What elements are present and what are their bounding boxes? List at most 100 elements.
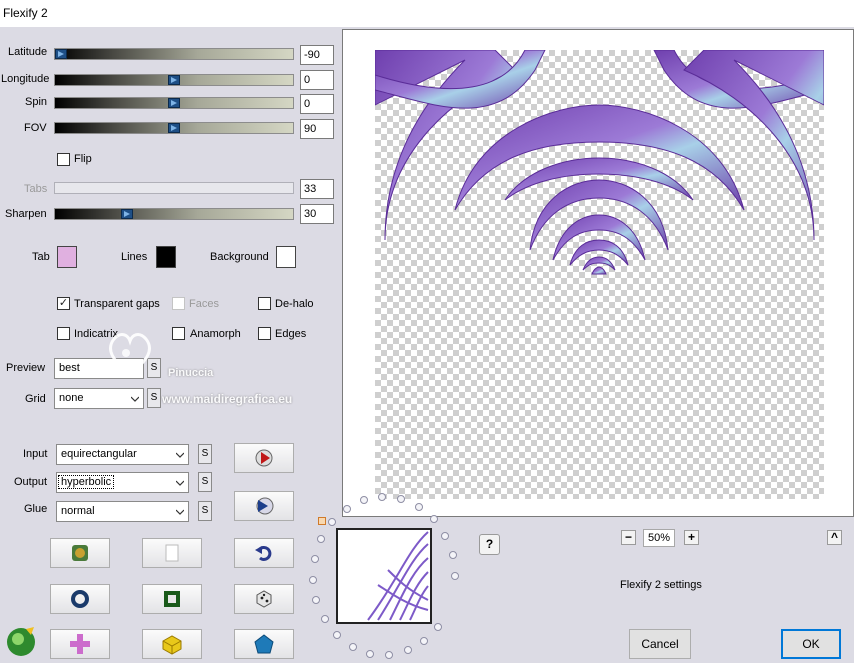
logo-icon bbox=[7, 627, 35, 656]
input-s-button[interactable]: S bbox=[198, 444, 212, 464]
ring-button[interactable] bbox=[50, 584, 110, 614]
background-color-swatch[interactable] bbox=[276, 246, 296, 268]
sharpen-slider-thumb[interactable] bbox=[121, 209, 133, 219]
zoom-out-button[interactable]: − bbox=[621, 530, 636, 545]
navigator-dial-dot[interactable] bbox=[342, 504, 351, 513]
ok-button[interactable]: OK bbox=[781, 629, 841, 659]
grid-s-button[interactable]: S bbox=[147, 388, 161, 408]
tabs-input[interactable]: 33 bbox=[300, 179, 334, 199]
frame-icon bbox=[164, 591, 180, 607]
frame-button[interactable] bbox=[142, 584, 202, 614]
render-icon bbox=[255, 449, 273, 467]
collapse-button[interactable]: ^ bbox=[827, 530, 842, 545]
latitude-slider-thumb[interactable] bbox=[55, 49, 67, 59]
sharpen-input[interactable]: 30 bbox=[300, 204, 334, 224]
fov-input[interactable]: 90 bbox=[300, 119, 334, 139]
fov-slider-thumb[interactable] bbox=[168, 123, 180, 133]
output-s-button[interactable]: S bbox=[198, 472, 212, 492]
tab-color-swatch[interactable] bbox=[57, 246, 77, 268]
latitude-label: Latitude bbox=[8, 46, 48, 58]
preview-canvas[interactable] bbox=[375, 50, 824, 499]
navigator-dial-dot[interactable] bbox=[332, 631, 341, 640]
transparent-gaps-label: Transparent gaps bbox=[74, 298, 160, 310]
chevron-down-icon bbox=[176, 509, 184, 515]
flip-checkbox[interactable] bbox=[57, 153, 70, 166]
navigator-dial-dot[interactable] bbox=[448, 551, 457, 560]
navigator-dial-dot[interactable] bbox=[385, 650, 394, 659]
copy-button[interactable] bbox=[142, 538, 202, 568]
longitude-input[interactable]: 0 bbox=[300, 70, 334, 90]
navigator-dial-dot[interactable] bbox=[359, 496, 368, 505]
navigator-dial-dot[interactable] bbox=[434, 622, 443, 631]
fov-label: FOV bbox=[24, 122, 47, 134]
input-select[interactable]: equirectangular bbox=[56, 444, 189, 465]
grid-select[interactable]: none bbox=[54, 388, 144, 409]
navigator-dial-dot[interactable] bbox=[414, 502, 423, 511]
navigator-dial-dot[interactable] bbox=[366, 649, 375, 658]
chevron-down-icon bbox=[176, 452, 184, 458]
main-preview[interactable] bbox=[342, 29, 854, 517]
cross-button[interactable] bbox=[50, 629, 110, 659]
play-button[interactable] bbox=[234, 491, 294, 521]
anamorph-label: Anamorph bbox=[190, 328, 241, 340]
cancel-button[interactable]: Cancel bbox=[629, 629, 691, 659]
cube-button[interactable] bbox=[142, 629, 202, 659]
navigator-dial-dot[interactable] bbox=[309, 575, 318, 584]
zoom-in-button[interactable]: + bbox=[684, 530, 699, 545]
tabs-label: Tabs bbox=[24, 183, 48, 195]
dialog-body: Latitude -90 Longitude 0 Spin 0 FOV 90 F… bbox=[0, 27, 854, 663]
navigator-dial-dot[interactable] bbox=[441, 531, 450, 540]
planet-icon bbox=[72, 545, 88, 561]
glue-label: Glue bbox=[24, 503, 48, 515]
indicatrix-checkbox[interactable] bbox=[57, 327, 70, 340]
de-halo-checkbox[interactable] bbox=[258, 297, 271, 310]
glue-select[interactable]: normal bbox=[56, 501, 189, 522]
latitude-slider[interactable] bbox=[54, 48, 294, 60]
fov-slider[interactable] bbox=[54, 122, 294, 134]
spin-slider-thumb[interactable] bbox=[168, 98, 180, 108]
navigator-dial-dot[interactable] bbox=[420, 636, 429, 645]
render-button[interactable] bbox=[234, 443, 294, 473]
longitude-label: Longitude bbox=[1, 73, 50, 85]
heart-watermark-icon bbox=[109, 333, 151, 375]
glue-select-value: normal bbox=[61, 505, 95, 517]
glue-s-button[interactable]: S bbox=[198, 501, 212, 521]
navigator-thumbnail[interactable] bbox=[336, 528, 432, 624]
edges-label: Edges bbox=[275, 328, 307, 340]
longitude-slider-thumb[interactable] bbox=[168, 75, 180, 85]
undo-button[interactable] bbox=[234, 538, 294, 568]
edges-checkbox[interactable] bbox=[258, 327, 271, 340]
dice-button[interactable] bbox=[234, 584, 294, 614]
de-halo-label: De-halo bbox=[275, 298, 314, 310]
latitude-input[interactable]: -90 bbox=[300, 45, 334, 65]
output-select[interactable]: hyperbolic bbox=[56, 472, 189, 493]
navigator-dial-dot[interactable] bbox=[310, 554, 319, 563]
navigator-dial-dot[interactable] bbox=[429, 515, 438, 524]
lines-color-swatch[interactable] bbox=[156, 246, 176, 268]
navigator-dial-dot[interactable] bbox=[348, 642, 357, 651]
pentagon-button[interactable] bbox=[234, 629, 294, 659]
input-label: Input bbox=[23, 448, 48, 460]
navigator-dial-dot[interactable] bbox=[327, 518, 336, 527]
longitude-slider[interactable] bbox=[54, 74, 294, 86]
navigator-dial-dot[interactable] bbox=[450, 572, 459, 581]
lines-color-label: Lines bbox=[121, 251, 148, 263]
navigator-dial-dot[interactable] bbox=[317, 535, 326, 544]
watermark-line1: Pinuccia bbox=[168, 367, 214, 379]
spin-slider[interactable] bbox=[54, 97, 294, 109]
cube-icon bbox=[162, 635, 182, 655]
anamorph-checkbox[interactable] bbox=[172, 327, 185, 340]
spin-input[interactable]: 0 bbox=[300, 94, 334, 114]
navigator-dial-dot[interactable] bbox=[312, 596, 321, 605]
tabs-slider bbox=[54, 182, 294, 194]
background-color-label: Background bbox=[210, 251, 269, 263]
help-button[interactable]: ? bbox=[479, 534, 500, 555]
navigator-dial-dot[interactable] bbox=[320, 615, 329, 624]
transparent-gaps-checkbox[interactable]: ✓ bbox=[57, 297, 70, 310]
planet-button[interactable] bbox=[50, 538, 110, 568]
sharpen-slider[interactable] bbox=[54, 208, 294, 220]
undo-icon bbox=[255, 545, 272, 561]
navigator-dial-dot[interactable] bbox=[403, 646, 412, 655]
spin-label: Spin bbox=[25, 96, 48, 108]
watermark-line2: www.maidiregrafica.eu bbox=[162, 392, 293, 406]
